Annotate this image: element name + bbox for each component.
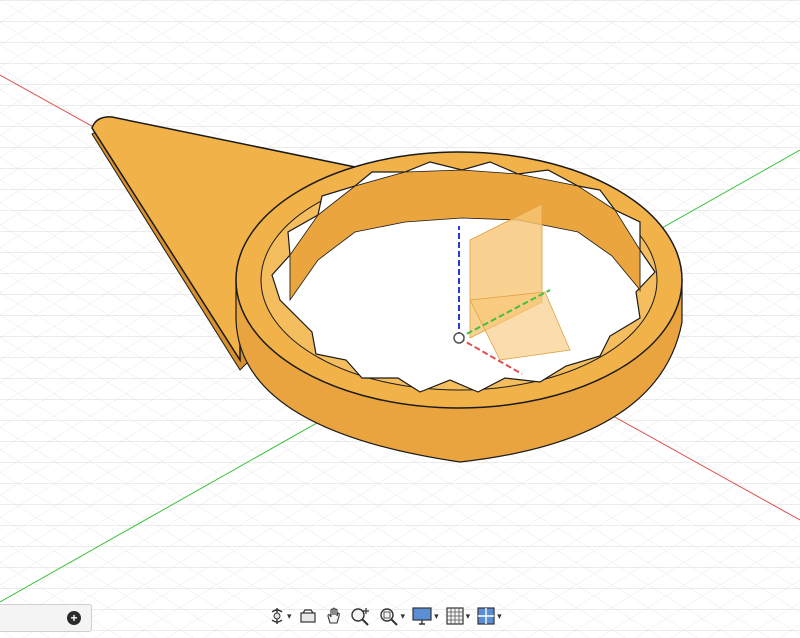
chevron-down-icon[interactable]: ▾ bbox=[497, 611, 502, 621]
origin-point[interactable] bbox=[453, 332, 465, 344]
fit-button[interactable]: ▾ bbox=[376, 602, 408, 630]
grid-snaps-button[interactable]: ▾ bbox=[443, 602, 473, 630]
viewports-icon bbox=[477, 607, 495, 625]
viewports-button[interactable]: ▾ bbox=[474, 602, 504, 630]
orbit-button[interactable]: ▾ bbox=[266, 602, 294, 630]
chevron-down-icon[interactable]: ▾ bbox=[287, 611, 292, 621]
chevron-down-icon[interactable]: ▾ bbox=[434, 611, 439, 621]
zoom-window-icon bbox=[379, 608, 398, 626]
plus-circle-icon[interactable]: + bbox=[67, 611, 81, 625]
monitor-icon bbox=[412, 607, 432, 625]
navigation-toolbar: ▾ ▾ ▾ ▾ ▾ bbox=[266, 600, 504, 632]
chevron-down-icon[interactable]: ▾ bbox=[466, 611, 471, 621]
zoom-icon bbox=[350, 608, 369, 626]
hand-pan-icon bbox=[326, 607, 340, 624]
look-at-button[interactable] bbox=[296, 602, 320, 630]
pan-button[interactable] bbox=[322, 602, 346, 630]
chevron-down-icon[interactable]: ▾ bbox=[401, 611, 406, 621]
zoom-button[interactable] bbox=[348, 602, 374, 630]
grid-icon bbox=[445, 607, 464, 625]
browser-panel-collapsed[interactable]: + bbox=[0, 604, 92, 632]
orbit-icon bbox=[271, 608, 283, 624]
display-settings-button[interactable]: ▾ bbox=[409, 602, 441, 630]
3d-viewport[interactable] bbox=[0, 0, 800, 638]
look-at-icon bbox=[299, 609, 316, 623]
